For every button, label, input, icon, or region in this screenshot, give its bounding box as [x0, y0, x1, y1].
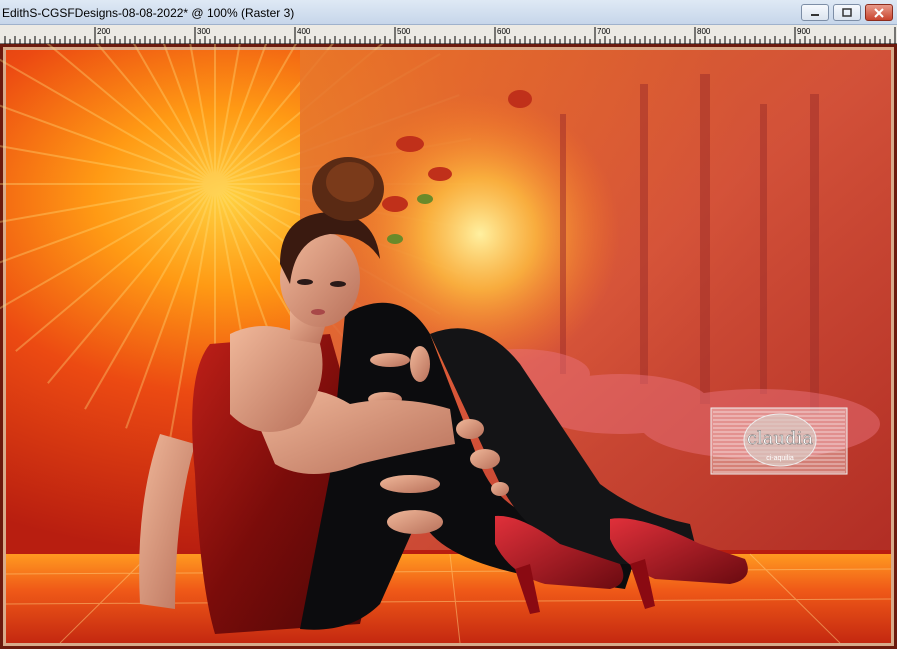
watermark-subtext: ci-aquilia: [766, 455, 794, 462]
ruler-label: 200: [97, 27, 111, 36]
ruler-ticks: 200 300 400 500 600 700 800 900: [4, 27, 896, 44]
horizontal-ruler[interactable]: 200 300 400 500 600 700 800 900: [0, 25, 897, 44]
minimize-button[interactable]: [801, 4, 829, 21]
window-title-bar[interactable]: EdithS-CGSFDesigns-08-08-2022* @ 100% (R…: [0, 0, 897, 25]
image-canvas[interactable]: claudia ci-aquilia: [0, 44, 897, 649]
close-button[interactable]: [865, 4, 893, 21]
ruler-label: 300: [197, 27, 211, 36]
ruler-label: 800: [697, 27, 711, 36]
maximize-button[interactable]: [833, 4, 861, 21]
artwork: claudia ci-aquilia: [0, 44, 897, 649]
ruler-label: 700: [597, 27, 611, 36]
close-icon: [874, 7, 884, 18]
watermark: claudia ci-aquilia: [710, 407, 848, 475]
ruler-label: 900: [797, 27, 811, 36]
ruler-label: 600: [497, 27, 511, 36]
window-title: EdithS-CGSFDesigns-08-08-2022* @ 100% (R…: [2, 6, 295, 20]
ruler-label: 500: [397, 27, 411, 36]
maximize-icon: [842, 7, 852, 17]
ruler-label: 400: [297, 27, 311, 36]
watermark-text: claudia: [747, 428, 813, 449]
minimize-icon: [811, 13, 819, 16]
